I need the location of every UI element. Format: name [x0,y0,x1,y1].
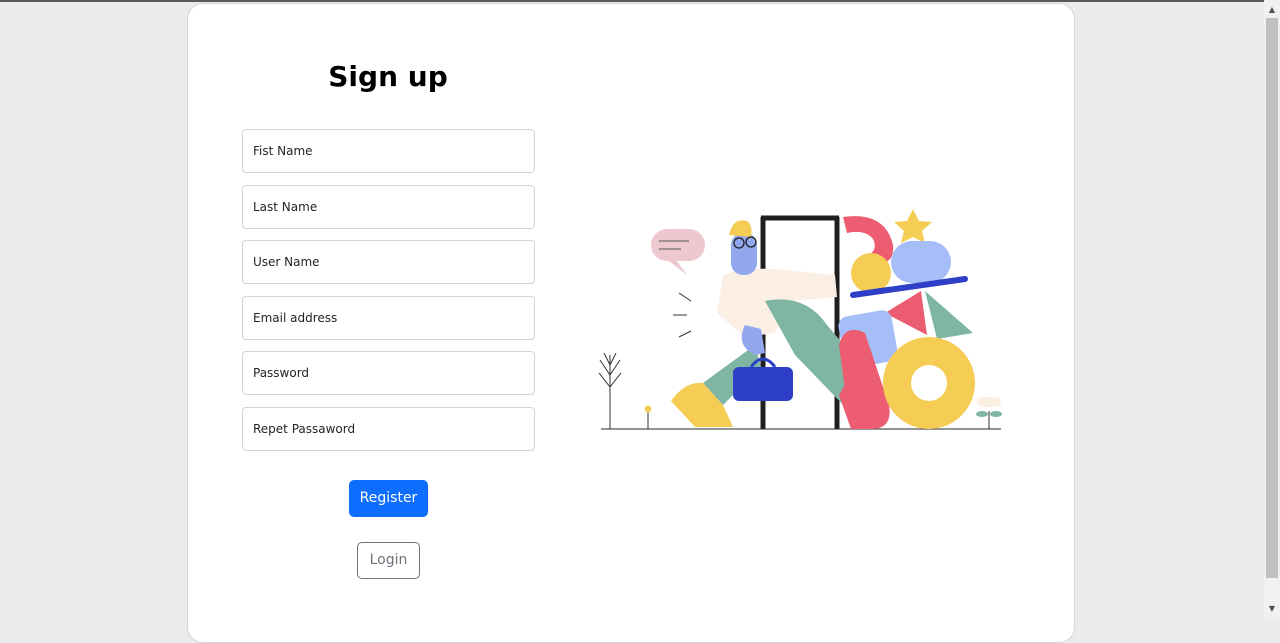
scrollbar-thumb[interactable] [1266,18,1278,578]
first-name-input[interactable] [242,129,535,173]
blue-pill-shape [891,241,951,283]
scroll-down-arrow-icon[interactable]: ▼ [1264,601,1280,617]
repeat-password-input[interactable] [242,407,535,451]
green-triangle [925,291,973,339]
star-icon [894,209,932,243]
flower-head [644,405,652,413]
briefcase-icon [733,367,793,401]
last-name-input[interactable] [242,185,535,229]
user-name-input[interactable] [242,240,535,284]
vertical-scrollbar[interactable]: ▲ ▼ [1264,0,1280,619]
email-input[interactable] [242,296,535,340]
register-button[interactable]: Register [349,480,428,517]
yellow-circle [851,253,891,293]
speech-bubble-icon [651,229,705,275]
plant-left-icon [598,352,622,429]
ring-hole [911,365,947,401]
login-button[interactable]: Login [357,542,420,579]
page-title: Sign up [328,60,448,93]
password-input[interactable] [242,351,535,395]
signup-illustration [598,209,1002,430]
character-hair [729,220,752,237]
scroll-up-arrow-icon[interactable]: ▲ [1264,2,1280,18]
window-top-border [0,0,1280,2]
motion-lines [673,292,692,338]
sprout-right-icon [976,397,1002,429]
